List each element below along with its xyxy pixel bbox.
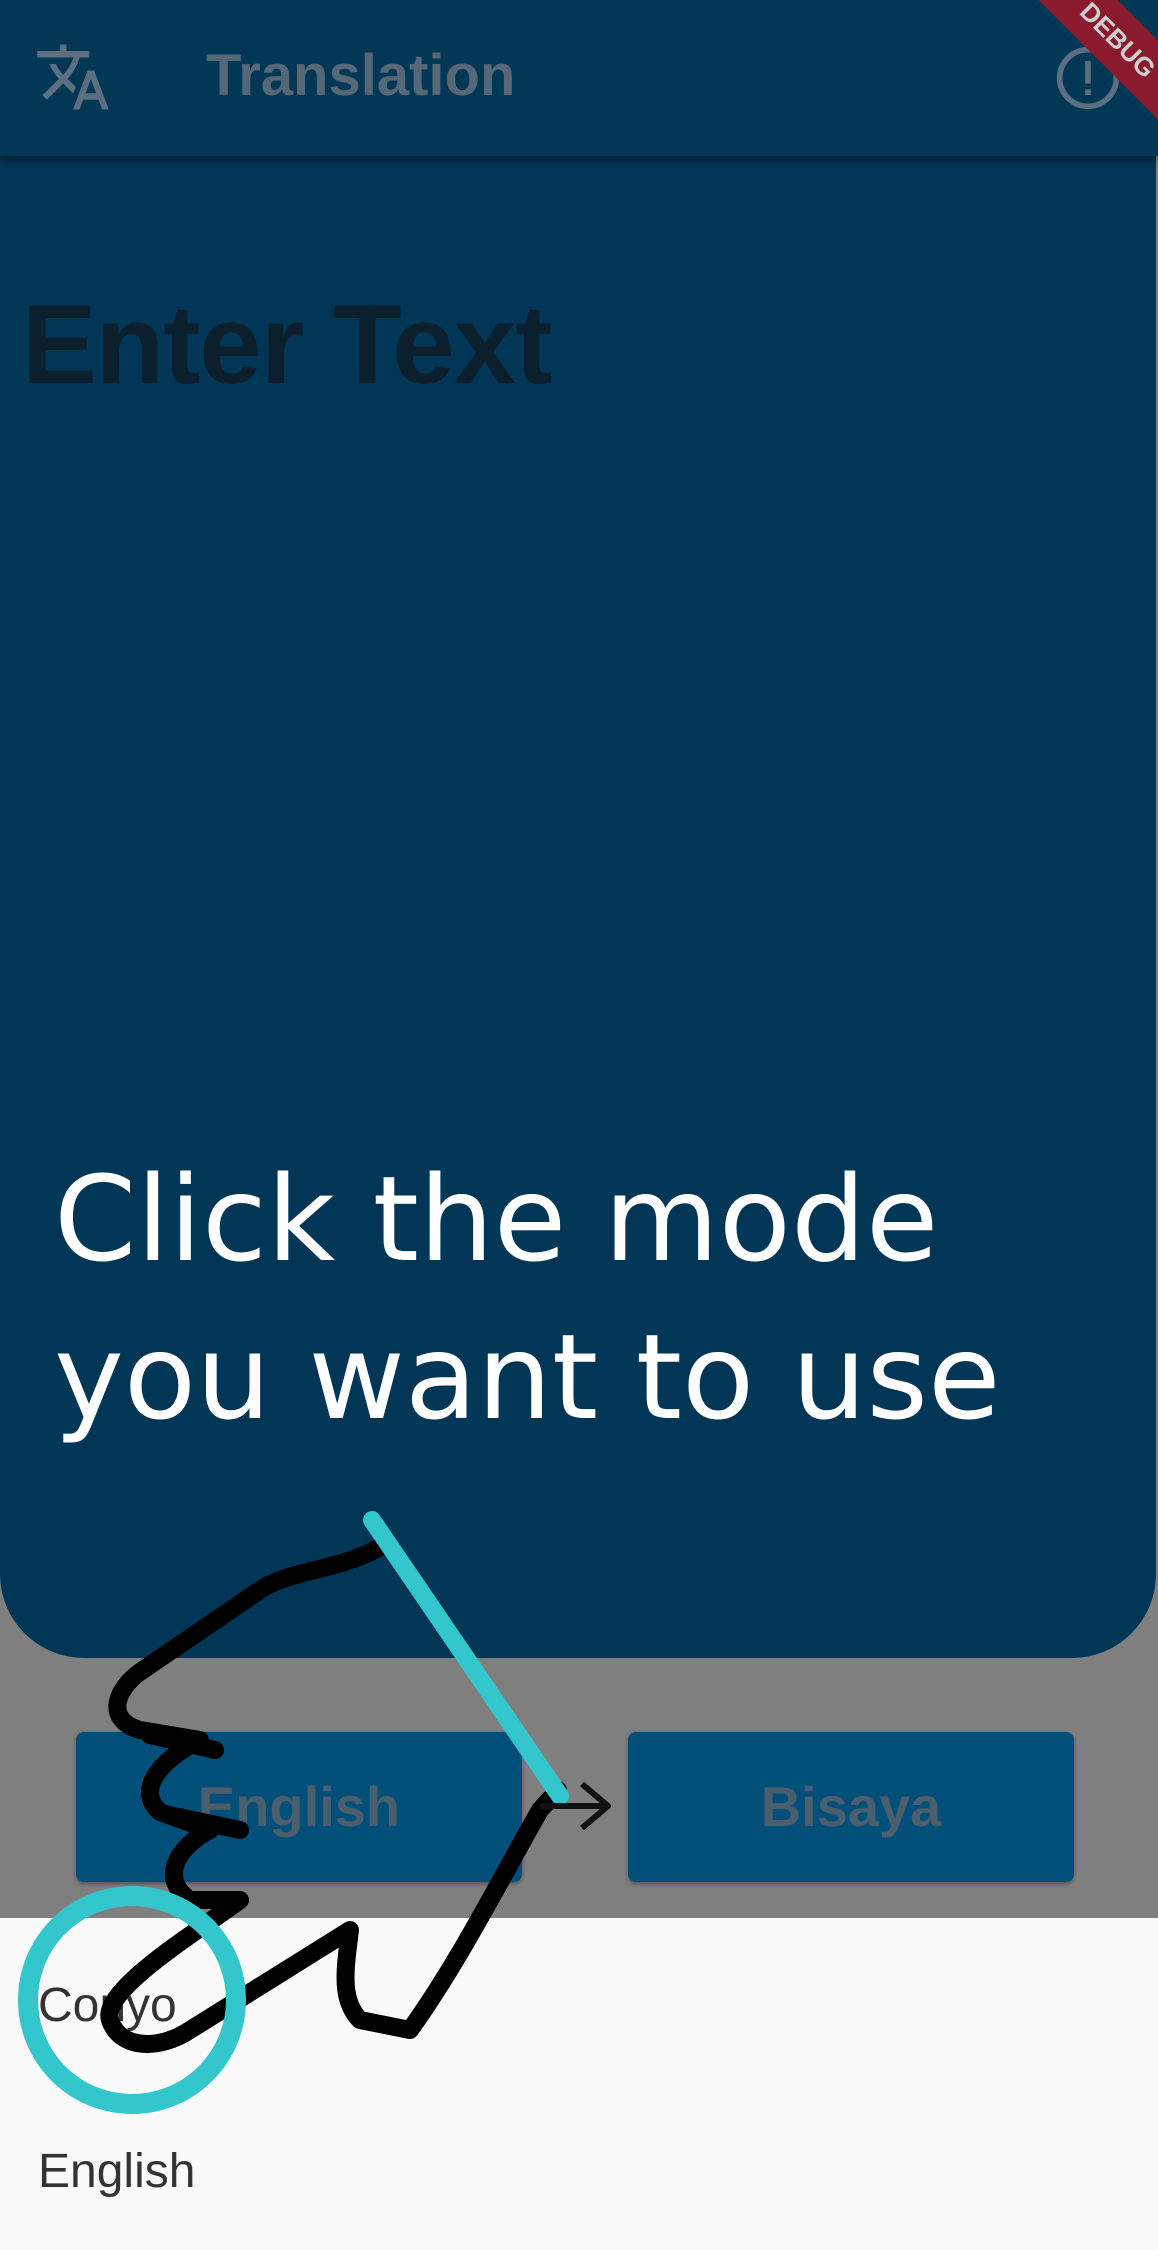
mode-option-conyo[interactable]: Conyo — [38, 1978, 177, 2033]
app-bar: Translation — [0, 0, 1158, 156]
text-input-panel[interactable]: Enter Text Click the mode you want to us… — [0, 150, 1156, 1658]
mode-selection-sheet: Conyo English — [0, 1918, 1158, 2250]
translate-icon[interactable] — [34, 38, 112, 116]
app-title: Translation — [206, 43, 516, 108]
source-language-button[interactable]: English — [76, 1732, 522, 1882]
mode-option-english[interactable]: English — [38, 2144, 195, 2199]
target-language-button[interactable]: Bisaya — [628, 1732, 1074, 1882]
instruction-line-2: you want to use — [54, 1308, 1001, 1446]
tutorial-instruction: Click the mode you want to use — [54, 1140, 1114, 1456]
arrow-right-icon[interactable] — [536, 1776, 616, 1836]
instruction-line-1: Click the mode — [54, 1150, 939, 1288]
text-input-placeholder[interactable]: Enter Text — [22, 280, 552, 409]
